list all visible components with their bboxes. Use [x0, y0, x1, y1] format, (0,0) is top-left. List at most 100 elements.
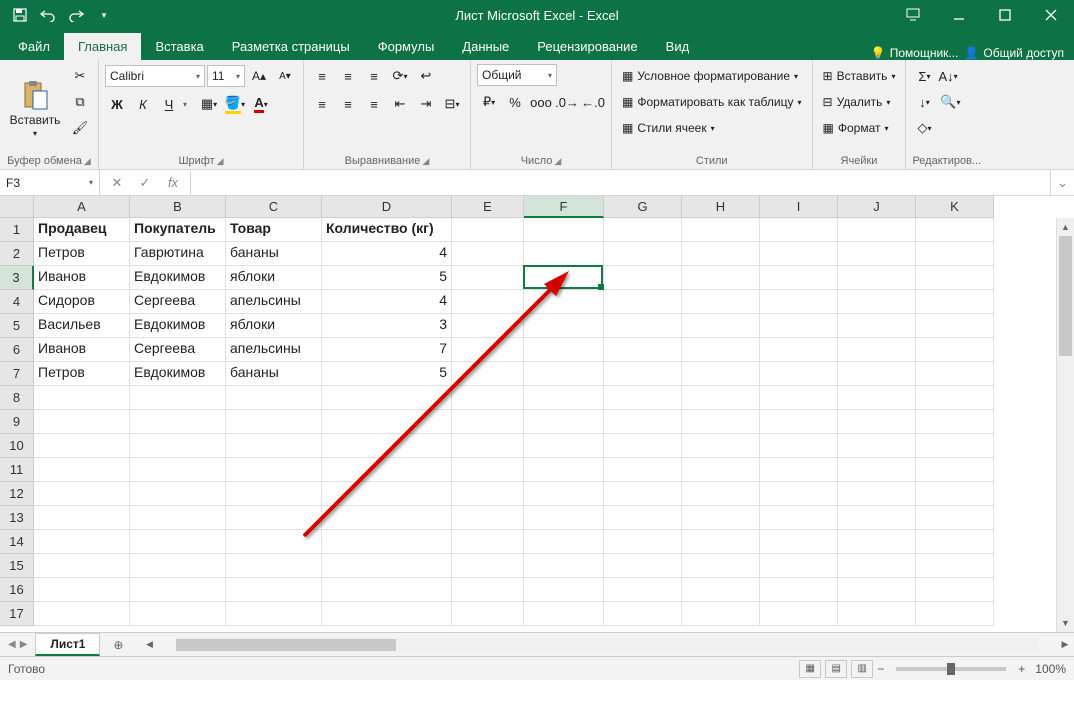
cell[interactable]: бананы [226, 242, 322, 266]
cell[interactable]: 5 [322, 266, 452, 290]
cell[interactable]: апельсины [226, 290, 322, 314]
cell[interactable] [682, 386, 760, 410]
cell[interactable] [452, 338, 524, 362]
cell[interactable] [130, 602, 226, 626]
column-header[interactable]: E [452, 196, 524, 218]
horizontal-scrollbar[interactable]: ◀ ▶ [130, 638, 1074, 652]
cell[interactable] [322, 410, 452, 434]
cell[interactable] [524, 314, 604, 338]
cell[interactable] [226, 410, 322, 434]
cell[interactable] [916, 506, 994, 530]
cell[interactable] [604, 554, 682, 578]
cell[interactable] [452, 242, 524, 266]
cell[interactable] [34, 434, 130, 458]
cell[interactable] [524, 410, 604, 434]
cell[interactable] [838, 554, 916, 578]
cell[interactable] [34, 482, 130, 506]
cell[interactable] [452, 410, 524, 434]
cell[interactable] [322, 458, 452, 482]
cell[interactable] [524, 458, 604, 482]
underline-button[interactable]: Ч [157, 92, 181, 116]
cell[interactable]: Покупатель [130, 218, 226, 242]
formula-input[interactable] [191, 170, 1050, 195]
page-break-view-icon[interactable]: ▥ [851, 660, 873, 678]
save-icon[interactable] [8, 3, 32, 27]
cell[interactable] [452, 362, 524, 386]
cell[interactable] [604, 338, 682, 362]
page-layout-view-icon[interactable]: ▤ [825, 660, 847, 678]
cell[interactable] [604, 578, 682, 602]
close-icon[interactable] [1028, 0, 1074, 30]
cell[interactable] [604, 386, 682, 410]
cell[interactable] [760, 338, 838, 362]
cell[interactable] [682, 314, 760, 338]
row-header[interactable]: 10 [0, 434, 34, 458]
cell[interactable] [452, 266, 524, 290]
cell[interactable] [322, 554, 452, 578]
cell-styles-button[interactable]: ▦Стили ячеек▾ [618, 116, 806, 140]
cell[interactable] [916, 218, 994, 242]
cell[interactable] [916, 386, 994, 410]
column-header[interactable]: G [604, 196, 682, 218]
cell[interactable] [838, 386, 916, 410]
cell[interactable] [524, 290, 604, 314]
cell[interactable] [916, 314, 994, 338]
insert-cells-button[interactable]: ⊞Вставить▾ [819, 64, 900, 88]
number-launcher-icon[interactable]: ◢ [554, 156, 561, 167]
cell[interactable]: Петров [34, 242, 130, 266]
number-format-select[interactable]: Общий▾ [477, 64, 557, 86]
cell[interactable] [130, 578, 226, 602]
cell[interactable] [682, 338, 760, 362]
font-color-icon[interactable]: A▾ [249, 92, 273, 116]
cell[interactable] [760, 290, 838, 314]
cell[interactable]: 7 [322, 338, 452, 362]
cell[interactable]: Евдокимов [130, 362, 226, 386]
cell[interactable] [226, 458, 322, 482]
cell[interactable] [682, 530, 760, 554]
share-button[interactable]: 👤 Общий доступ [964, 46, 1064, 60]
cell[interactable] [760, 410, 838, 434]
tab-insert[interactable]: Вставка [141, 33, 217, 60]
cell[interactable] [604, 482, 682, 506]
font-launcher-icon[interactable]: ◢ [217, 156, 224, 167]
column-header[interactable]: J [838, 196, 916, 218]
sheet-tab-1[interactable]: Лист1 [35, 633, 100, 656]
undo-icon[interactable] [36, 3, 60, 27]
cell[interactable] [452, 314, 524, 338]
row-header[interactable]: 15 [0, 554, 34, 578]
cell[interactable] [838, 314, 916, 338]
cell[interactable] [322, 602, 452, 626]
cell[interactable] [130, 554, 226, 578]
cell[interactable] [682, 434, 760, 458]
orientation-icon[interactable]: ⟳▾ [388, 64, 412, 88]
wrap-text-icon[interactable]: ↩ [414, 64, 438, 88]
column-header[interactable]: C [226, 196, 322, 218]
column-header[interactable]: A [34, 196, 130, 218]
copy-icon[interactable]: ⧉ [68, 90, 92, 114]
cell[interactable] [604, 506, 682, 530]
cell[interactable] [760, 482, 838, 506]
cell[interactable] [524, 386, 604, 410]
row-header[interactable]: 1 [0, 218, 34, 242]
delete-cells-button[interactable]: ⊟Удалить▾ [819, 90, 900, 114]
cell[interactable]: Евдокимов [130, 266, 226, 290]
cell[interactable] [130, 458, 226, 482]
merge-center-icon[interactable]: ⊟▾ [440, 92, 464, 116]
row-header[interactable]: 5 [0, 314, 34, 338]
cell[interactable]: Товар [226, 218, 322, 242]
select-all-corner[interactable] [0, 196, 34, 218]
font-name-select[interactable]: Calibri▾ [105, 65, 205, 87]
cell[interactable]: 5 [322, 362, 452, 386]
cell[interactable] [760, 242, 838, 266]
cell[interactable] [226, 482, 322, 506]
clipboard-launcher-icon[interactable]: ◢ [84, 156, 91, 167]
cell[interactable] [130, 506, 226, 530]
cell[interactable] [838, 338, 916, 362]
cell[interactable] [226, 386, 322, 410]
cell[interactable]: Продавец [34, 218, 130, 242]
cell[interactable]: Евдокимов [130, 314, 226, 338]
scroll-down-icon[interactable]: ▼ [1057, 614, 1074, 632]
cell[interactable] [524, 578, 604, 602]
vertical-scrollbar[interactable]: ▲ ▼ [1056, 218, 1074, 632]
cell[interactable] [838, 410, 916, 434]
